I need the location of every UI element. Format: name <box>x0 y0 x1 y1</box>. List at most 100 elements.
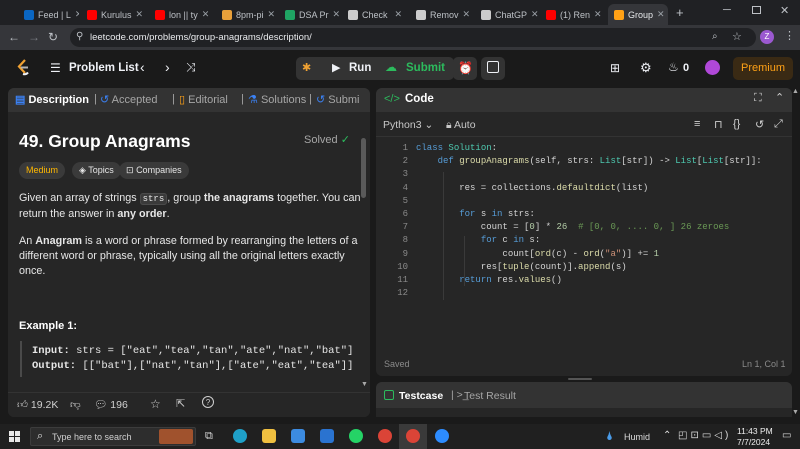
like-button[interactable]: 👍︎ 19.2K <box>17 398 58 411</box>
task-view-icon[interactable]: ⧉ <box>205 430 213 443</box>
clock-time[interactable]: 11:43 PM <box>737 426 773 436</box>
address-bar[interactable]: ⚲ leetcode.com/problems/group-anagrams/d… <box>70 28 756 47</box>
browser-tab[interactable]: Kurulus ✕ <box>81 4 147 25</box>
tab-close-icon[interactable]: ✕ <box>136 9 144 20</box>
description-scrollbar[interactable] <box>361 138 366 198</box>
chrome-icon[interactable] <box>378 429 392 443</box>
submit-button[interactable]: Submit <box>406 62 445 74</box>
code-line[interactable]: for c in s: <box>416 235 540 245</box>
left-scroll-down-icon[interactable]: ▼ <box>361 381 368 388</box>
mail-icon[interactable] <box>320 429 334 443</box>
next-problem-icon[interactable]: › <box>165 59 170 75</box>
topics-badge[interactable]: ◈ Topics <box>72 162 121 179</box>
browser-tab[interactable]: Feed | L ✕ <box>18 4 79 25</box>
browser-tab[interactable]: Group ✕ <box>608 4 668 25</box>
menu-icon[interactable]: ⋮ <box>784 29 795 42</box>
tray-chevron-icon[interactable]: ⌃ <box>663 430 671 441</box>
settings-gear-icon[interactable]: ⚙ <box>640 60 652 76</box>
forward-icon[interactable]: → <box>28 30 40 44</box>
store-icon[interactable] <box>291 429 305 443</box>
favorite-star-icon[interactable]: ☆ <box>150 397 161 411</box>
browser-tab[interactable]: lon || ty ✕ <box>149 4 214 25</box>
whatsapp-icon[interactable] <box>349 429 363 443</box>
tab-test-result[interactable]: Test Result <box>464 390 516 402</box>
comments-button[interactable]: 💬︎ 196 <box>94 398 128 411</box>
minimize-icon[interactable]: ─ <box>723 4 731 16</box>
tab-close-icon[interactable]: ✕ <box>463 9 471 20</box>
code-line[interactable]: count[ord(c) - ord("a")] += 1 <box>416 249 659 259</box>
help-icon[interactable]: ? <box>202 396 214 408</box>
weather-icon[interactable]: 🌢︎ <box>606 429 613 444</box>
tab-close-icon[interactable]: ✕ <box>657 9 665 20</box>
browser-tab[interactable]: ChatGP ✕ <box>475 4 538 25</box>
run-play-icon[interactable]: ▶ <box>332 61 340 74</box>
code-line[interactable]: def groupAnagrams(self, strs: List[str])… <box>416 156 762 166</box>
code-line[interactable]: count = [0] * 26 # [0, 0, .... 0, ] 26 z… <box>416 222 730 232</box>
scroll-down-icon[interactable]: ▼ <box>792 409 799 416</box>
run-button[interactable]: Run <box>349 62 371 74</box>
collapse-icon[interactable]: ⌃ <box>775 91 784 104</box>
browser-tab[interactable]: Check ✕ <box>342 4 408 25</box>
share-icon[interactable]: ⇱ <box>176 397 185 410</box>
profile-avatar[interactable]: Z <box>760 30 774 44</box>
streak-flame-icon[interactable]: ♨ <box>668 60 679 74</box>
tray-icons[interactable]: ◰⊡▭◁) <box>678 430 731 441</box>
chrome-active-icon[interactable] <box>406 429 420 443</box>
tab-close-icon[interactable]: ✕ <box>394 9 402 20</box>
tab-testcase[interactable]: Testcase <box>399 390 443 402</box>
tab-solutions[interactable]: ⚗ Solutions <box>248 93 306 106</box>
difficulty-badge[interactable]: Medium <box>19 162 66 179</box>
tab-accepted[interactable]: ↺ Accepted <box>100 93 158 106</box>
code-line[interactable]: for s in strs: <box>416 209 535 219</box>
scroll-up-icon[interactable]: ▲ <box>792 88 799 95</box>
code-line[interactable]: return res.values() <box>416 275 562 285</box>
browser-tab[interactable]: 8pm-pi ✕ <box>216 4 277 25</box>
tab-close-icon[interactable]: ✕ <box>594 9 602 20</box>
edge-icon[interactable] <box>233 429 247 443</box>
tab-close-icon[interactable]: ✕ <box>75 9 79 20</box>
tab-editorial[interactable]: ▯ Editorial <box>179 93 228 106</box>
companies-badge[interactable]: ⊡ Companies <box>119 162 189 179</box>
tab-close-icon[interactable]: ✕ <box>333 9 340 20</box>
bookmark-icon[interactable]: ⊓ <box>714 118 723 131</box>
tab-submissions[interactable]: ↺ Submi <box>316 93 359 106</box>
cloud-upload-icon[interactable]: ☁ <box>385 60 397 74</box>
window-scrollbar[interactable] <box>794 88 800 417</box>
new-tab-icon[interactable]: + <box>676 5 684 20</box>
shuffle-icon[interactable]: ⤨ <box>186 60 196 75</box>
restore-icon[interactable] <box>752 6 761 14</box>
back-icon[interactable]: ← <box>8 30 20 44</box>
code-line[interactable]: res[tuple(count)].append(s) <box>416 262 627 272</box>
tab-close-icon[interactable]: ✕ <box>268 9 276 20</box>
tab-description[interactable]: ▤ Description <box>15 93 89 106</box>
format-icon[interactable]: ≡ <box>694 118 700 130</box>
browser-tab[interactable]: Remov ✕ <box>410 4 473 25</box>
tab-close-icon[interactable]: ✕ <box>202 9 210 20</box>
reload-icon[interactable]: ↻ <box>48 30 58 44</box>
tab-close-icon[interactable]: ✕ <box>531 9 538 20</box>
expand-icon[interactable]: ⤢ <box>774 118 783 131</box>
zoom-app-icon[interactable] <box>435 429 449 443</box>
code-line[interactable]: res = collections.defaultdict(list) <box>416 183 648 193</box>
leetcode-logo-icon[interactable] <box>16 59 30 76</box>
clock-date[interactable]: 7/7/2024 <box>737 437 770 447</box>
notification-icon[interactable]: ▭ <box>782 430 791 441</box>
site-info-icon[interactable]: ⚲ <box>76 31 83 42</box>
browser-tab[interactable]: (1) Ren ✕ <box>540 4 606 25</box>
prev-problem-icon[interactable]: ‹ <box>140 59 145 75</box>
user-avatar[interactable] <box>705 60 720 75</box>
language-select[interactable]: Python3 ⌄ <box>383 119 433 131</box>
weather-text[interactable]: Humid <box>624 432 650 442</box>
problem-list-icon[interactable]: ☰ <box>50 61 61 75</box>
layout-grid-icon[interactable]: ⊞ <box>610 61 620 75</box>
windows-start-icon[interactable] <box>9 431 20 442</box>
auto-mode-toggle[interactable]: 🔒︎ Auto <box>446 119 476 132</box>
browser-tab[interactable]: DSA Pr ✕ <box>279 4 340 25</box>
maximize-icon[interactable]: ⛶ <box>754 92 762 105</box>
reset-icon[interactable]: ↺ <box>755 118 764 131</box>
taskbar-search[interactable]: ⌕ Type here to search <box>30 427 196 446</box>
bookmark-star-icon[interactable]: ☆ <box>732 30 742 43</box>
zoom-icon[interactable]: ⌕ <box>712 31 718 42</box>
debug-icon[interactable]: ✱ <box>302 61 311 74</box>
code-line[interactable]: class Solution: <box>416 143 497 153</box>
